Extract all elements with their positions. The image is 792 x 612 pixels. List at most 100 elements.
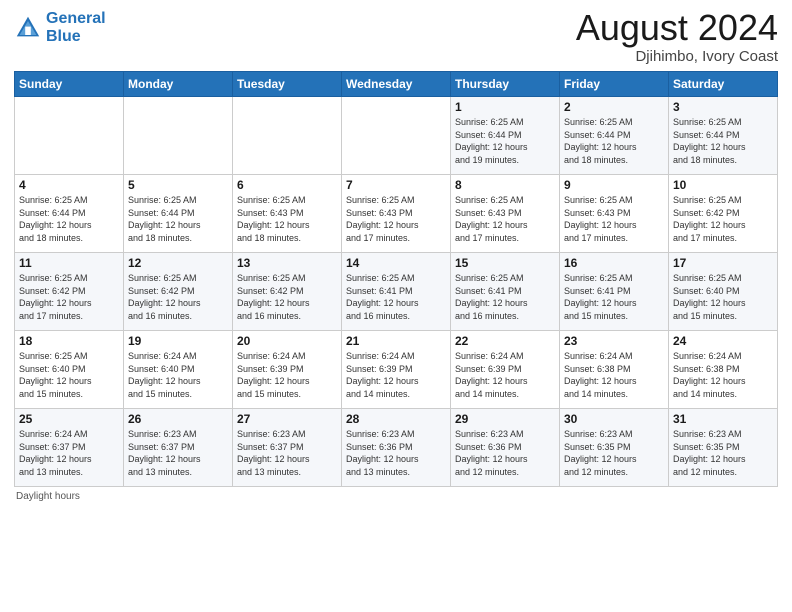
title-area: August 2024 Djihimbo, Ivory Coast (576, 10, 778, 65)
day-number: 31 (673, 412, 773, 426)
location: Djihimbo, Ivory Coast (576, 48, 778, 65)
day-info: Sunrise: 6:25 AM Sunset: 6:43 PM Dayligh… (237, 194, 337, 244)
day-number: 6 (237, 178, 337, 192)
day-info: Sunrise: 6:23 AM Sunset: 6:37 PM Dayligh… (128, 428, 228, 478)
calendar-cell: 18 Sunrise: 6:25 AM Sunset: 6:40 PM Dayli… (15, 331, 124, 409)
col-header-monday: Monday (124, 72, 233, 97)
calendar-cell: 2 Sunrise: 6:25 AM Sunset: 6:44 PM Daylig… (560, 97, 669, 175)
day-info: Sunrise: 6:25 AM Sunset: 6:44 PM Dayligh… (19, 194, 119, 244)
calendar-cell: 29Sunrise: 6:23 AM Sunset: 6:36 PM Dayli… (451, 409, 560, 487)
day-info: Sunrise: 6:25 AM Sunset: 6:43 PM Dayligh… (564, 194, 664, 244)
logo: General Blue (14, 10, 106, 45)
calendar-cell (342, 97, 451, 175)
calendar-cell: 3Sunrise: 6:25 AM Sunset: 6:44 PM Daylig… (669, 97, 778, 175)
day-info: Sunrise: 6:24 AM Sunset: 6:37 PM Dayligh… (19, 428, 119, 478)
day-info: Sunrise: 6:25 AM Sunset: 6:40 PM Dayligh… (19, 350, 119, 400)
day-info: Sunrise: 6:23 AM Sunset: 6:35 PM Dayligh… (564, 428, 664, 478)
month-title: August 2024 (576, 10, 778, 46)
calendar-cell: 11 Sunrise: 6:25 AM Sunset: 6:42 PM Dayli… (15, 253, 124, 331)
week-row-1: 1 Sunrise: 6:25 AM Sunset: 6:44 PM Daylig… (15, 97, 778, 175)
calendar-cell: 24Sunrise: 6:24 AM Sunset: 6:38 PM Dayli… (669, 331, 778, 409)
day-info: Sunrise: 6:25 AM Sunset: 6:42 PM Dayligh… (237, 272, 337, 322)
calendar-cell: 7 Sunrise: 6:25 AM Sunset: 6:43 PM Daylig… (342, 175, 451, 253)
header-row: SundayMondayTuesdayWednesdayThursdayFrid… (15, 72, 778, 97)
day-number: 1 (455, 100, 555, 114)
col-header-wednesday: Wednesday (342, 72, 451, 97)
col-header-friday: Friday (560, 72, 669, 97)
calendar-cell: 12 Sunrise: 6:25 AM Sunset: 6:42 PM Dayli… (124, 253, 233, 331)
day-number: 5 (128, 178, 228, 192)
calendar-cell (124, 97, 233, 175)
day-number: 4 (19, 178, 119, 192)
calendar-cell (15, 97, 124, 175)
col-header-saturday: Saturday (669, 72, 778, 97)
header: General Blue August 2024 Djihimbo, Ivory… (14, 10, 778, 65)
calendar-cell: 17Sunrise: 6:25 AM Sunset: 6:40 PM Dayli… (669, 253, 778, 331)
logo-text: General Blue (46, 10, 106, 45)
calendar-cell: 19 Sunrise: 6:24 AM Sunset: 6:40 PM Dayli… (124, 331, 233, 409)
footer: Daylight hours (14, 491, 778, 502)
day-info: Sunrise: 6:25 AM Sunset: 6:40 PM Dayligh… (673, 272, 773, 322)
page-container: General Blue August 2024 Djihimbo, Ivory… (0, 0, 792, 508)
day-number: 22 (455, 334, 555, 348)
week-row-2: 4 Sunrise: 6:25 AM Sunset: 6:44 PM Daylig… (15, 175, 778, 253)
col-header-thursday: Thursday (451, 72, 560, 97)
day-info: Sunrise: 6:25 AM Sunset: 6:44 PM Dayligh… (128, 194, 228, 244)
day-info: Sunrise: 6:24 AM Sunset: 6:39 PM Dayligh… (455, 350, 555, 400)
calendar-cell: 25 Sunrise: 6:24 AM Sunset: 6:37 PM Dayli… (15, 409, 124, 487)
day-number: 12 (128, 256, 228, 270)
daylight-label: Daylight hours (16, 491, 80, 502)
day-info: Sunrise: 6:25 AM Sunset: 6:41 PM Dayligh… (564, 272, 664, 322)
calendar-cell: 31Sunrise: 6:23 AM Sunset: 6:35 PM Dayli… (669, 409, 778, 487)
day-info: Sunrise: 6:25 AM Sunset: 6:41 PM Dayligh… (346, 272, 446, 322)
calendar-cell: 20Sunrise: 6:24 AM Sunset: 6:39 PM Dayli… (233, 331, 342, 409)
calendar-cell: 8 Sunrise: 6:25 AM Sunset: 6:43 PM Daylig… (451, 175, 560, 253)
day-number: 19 (128, 334, 228, 348)
day-number: 21 (346, 334, 446, 348)
calendar-cell: 6 Sunrise: 6:25 AM Sunset: 6:43 PM Daylig… (233, 175, 342, 253)
day-number: 18 (19, 334, 119, 348)
day-number: 16 (564, 256, 664, 270)
week-row-5: 25 Sunrise: 6:24 AM Sunset: 6:37 PM Dayli… (15, 409, 778, 487)
day-number: 10 (673, 178, 773, 192)
calendar-cell: 9 Sunrise: 6:25 AM Sunset: 6:43 PM Daylig… (560, 175, 669, 253)
day-number: 11 (19, 256, 119, 270)
day-info: Sunrise: 6:23 AM Sunset: 6:36 PM Dayligh… (346, 428, 446, 478)
day-info: Sunrise: 6:25 AM Sunset: 6:43 PM Dayligh… (346, 194, 446, 244)
calendar-cell: 5 Sunrise: 6:25 AM Sunset: 6:44 PM Daylig… (124, 175, 233, 253)
calendar-cell: 22 Sunrise: 6:24 AM Sunset: 6:39 PM Dayli… (451, 331, 560, 409)
calendar-cell: 16 Sunrise: 6:25 AM Sunset: 6:41 PM Dayli… (560, 253, 669, 331)
day-info: Sunrise: 6:25 AM Sunset: 6:42 PM Dayligh… (19, 272, 119, 322)
day-number: 8 (455, 178, 555, 192)
day-number: 14 (346, 256, 446, 270)
day-info: Sunrise: 6:25 AM Sunset: 6:42 PM Dayligh… (128, 272, 228, 322)
day-info: Sunrise: 6:24 AM Sunset: 6:40 PM Dayligh… (128, 350, 228, 400)
day-number: 7 (346, 178, 446, 192)
calendar-table: SundayMondayTuesdayWednesdayThursdayFrid… (14, 71, 778, 487)
calendar-cell (233, 97, 342, 175)
calendar-cell: 4 Sunrise: 6:25 AM Sunset: 6:44 PM Daylig… (15, 175, 124, 253)
day-info: Sunrise: 6:25 AM Sunset: 6:41 PM Dayligh… (455, 272, 555, 322)
day-info: Sunrise: 6:25 AM Sunset: 6:44 PM Dayligh… (455, 116, 555, 166)
day-info: Sunrise: 6:24 AM Sunset: 6:39 PM Dayligh… (237, 350, 337, 400)
calendar-cell: 26Sunrise: 6:23 AM Sunset: 6:37 PM Dayli… (124, 409, 233, 487)
calendar-cell: 28Sunrise: 6:23 AM Sunset: 6:36 PM Dayli… (342, 409, 451, 487)
day-info: Sunrise: 6:25 AM Sunset: 6:44 PM Dayligh… (564, 116, 664, 166)
day-number: 27 (237, 412, 337, 426)
calendar-cell: 14 Sunrise: 6:25 AM Sunset: 6:41 PM Dayli… (342, 253, 451, 331)
day-number: 30 (564, 412, 664, 426)
day-number: 25 (19, 412, 119, 426)
day-info: Sunrise: 6:25 AM Sunset: 6:44 PM Dayligh… (673, 116, 773, 166)
logo-icon (14, 14, 42, 42)
day-number: 2 (564, 100, 664, 114)
calendar-cell: 10Sunrise: 6:25 AM Sunset: 6:42 PM Dayli… (669, 175, 778, 253)
day-info: Sunrise: 6:23 AM Sunset: 6:37 PM Dayligh… (237, 428, 337, 478)
calendar-cell: 23Sunrise: 6:24 AM Sunset: 6:38 PM Dayli… (560, 331, 669, 409)
day-number: 15 (455, 256, 555, 270)
calendar-cell: 30 Sunrise: 6:23 AM Sunset: 6:35 PM Dayli… (560, 409, 669, 487)
day-number: 9 (564, 178, 664, 192)
day-info: Sunrise: 6:25 AM Sunset: 6:43 PM Dayligh… (455, 194, 555, 244)
calendar-cell: 1 Sunrise: 6:25 AM Sunset: 6:44 PM Daylig… (451, 97, 560, 175)
day-number: 24 (673, 334, 773, 348)
day-info: Sunrise: 6:23 AM Sunset: 6:36 PM Dayligh… (455, 428, 555, 478)
